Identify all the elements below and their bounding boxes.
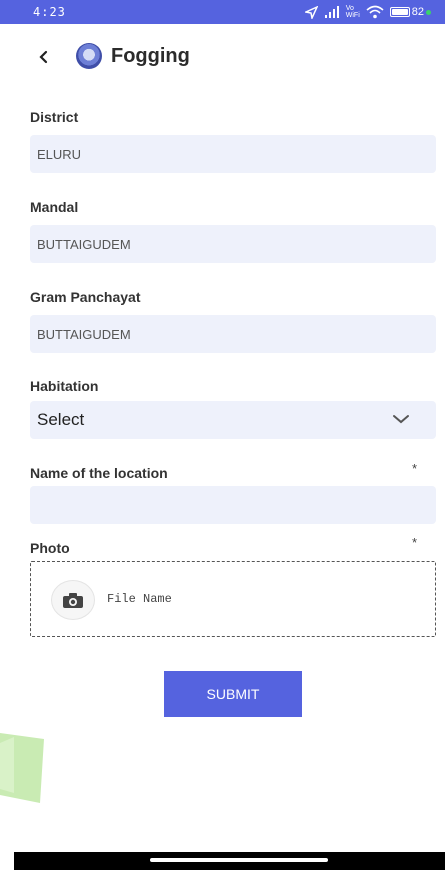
chevron-down-icon: [393, 415, 409, 424]
vowifi-icon: Vo WiFi: [345, 5, 360, 19]
photo-label: Photo: [30, 540, 70, 556]
chevron-left-icon: [39, 50, 48, 64]
district-field: ELURU: [30, 135, 436, 173]
location-arrow-icon: [304, 5, 318, 19]
mandal-value: BUTTAIGUDEM: [37, 236, 131, 252]
system-nav-bar: [14, 852, 445, 870]
location-input[interactable]: [30, 486, 436, 524]
mandal-field: BUTTAIGUDEM: [30, 225, 436, 263]
habitation-label: Habitation: [30, 378, 99, 394]
camera-icon: [63, 592, 83, 608]
district-value: ELURU: [37, 146, 82, 162]
habitation-selected: Select: [37, 410, 85, 429]
battery-icon: 82: [389, 6, 431, 18]
battery-level: 82: [411, 6, 424, 18]
wifi-icon: [366, 5, 384, 19]
back-button[interactable]: [34, 48, 52, 66]
mandal-label: Mandal: [30, 199, 79, 215]
location-required-mark: *: [411, 461, 417, 476]
page-title: Fogging: [111, 45, 190, 67]
submit-button[interactable]: SUBMIT: [164, 671, 302, 717]
home-indicator[interactable]: [150, 858, 328, 862]
status-time: 4:23: [33, 5, 66, 19]
app-header: Fogging: [0, 38, 445, 76]
photo-upload-area[interactable]: File Name: [30, 561, 436, 637]
gram-panchayat-field: BUTTAIGUDEM: [30, 315, 436, 353]
decorative-shape: [0, 733, 44, 803]
gram-panchayat-value: BUTTAIGUDEM: [37, 326, 131, 342]
privacy-dot: [426, 9, 431, 15]
camera-button[interactable]: [51, 580, 95, 620]
gram-panchayat-label: Gram Panchayat: [30, 289, 141, 305]
status-bar: 4:23 Vo WiFi 82: [0, 0, 445, 24]
file-name-text: File Name: [107, 592, 172, 606]
district-label: District: [30, 109, 79, 125]
location-label: Name of the location: [30, 465, 168, 481]
habitation-select[interactable]: Select: [30, 401, 436, 439]
signal-icon: [324, 6, 339, 18]
app-logo: [76, 43, 102, 69]
status-icons: Vo WiFi 82: [304, 5, 431, 19]
photo-required-mark: *: [411, 535, 417, 550]
